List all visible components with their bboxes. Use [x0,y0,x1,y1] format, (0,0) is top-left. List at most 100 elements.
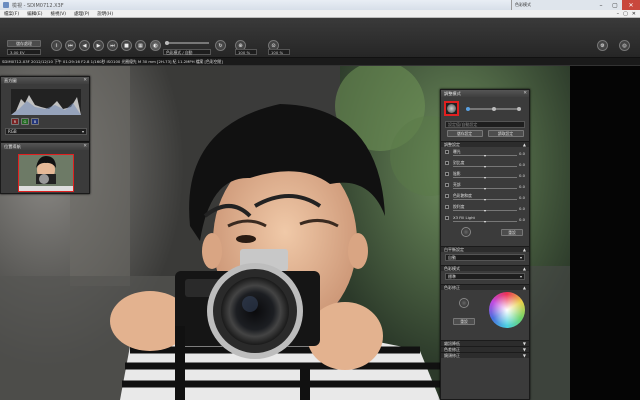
save-process-button[interactable]: 儲存處理 [7,40,41,47]
slider-checkbox[interactable] [445,161,449,165]
channel-r-toggle[interactable]: R [11,118,19,125]
grid-icon[interactable]: ▦ [135,40,146,51]
slider-thumb[interactable]: ▾ [484,219,486,224]
adjust-panel: 調整模式 ✕ 設定值/自動設定 儲存設定 讀取設定 調整設定 ▲ 曝光 ▾ 0.… [440,89,530,400]
settings-icon[interactable]: ⚙ [597,40,608,51]
preferences-icon[interactable]: ◎ [619,40,630,51]
mode-slider-knob-start[interactable] [466,107,470,111]
navigator-thumbnail[interactable] [18,154,74,192]
white-balance-select[interactable]: 自動 ▾ [445,254,525,261]
next-image-icon[interactable]: ▶ [93,40,104,51]
toolbar-slider[interactable] [165,41,209,45]
maximize-button[interactable]: ▢ [608,0,622,10]
auto-mode-button[interactable] [444,101,459,116]
histogram-panel-header[interactable]: 直方圖 ✕ [1,77,89,84]
adjust-close-icon[interactable]: ✕ [523,90,527,97]
menu-edit[interactable]: 編輯(E) [23,11,46,17]
load-preset-button[interactable]: 讀取設定 [487,130,524,137]
navigator-panel: 位置導航 ✕ [0,142,90,194]
slider-thumb[interactable]: ▾ [484,197,486,202]
slider-checkbox[interactable] [445,183,449,187]
slider-value[interactable]: 0.0 [519,162,525,167]
slider-value[interactable]: 0.0 [519,217,525,222]
color-wheel[interactable] [489,292,525,328]
color-dial-icon[interactable] [459,298,469,308]
color-mode-dropdown[interactable]: 標準 ▾ [445,273,525,280]
toolbar: 儲存處理 3.00 EV i ⏮ ◀ ▶ ⏭ ■ ▦ ◐ 色彩模式 / 自動 ↻… [0,18,640,58]
adjust-panel-title: 調整模式 [444,91,461,96]
expand-icon: ▼ [522,353,526,358]
toolbar-slider-knob[interactable] [165,41,169,45]
slider-list: 曝光 ▾ 0.0 對比度 ▾ 0.0 陰影 ▾ 0.0 亮部 ▾ 0.0 色彩飽… [441,147,529,226]
fit-value-field[interactable]: 100 % [268,49,290,55]
slider-checkbox[interactable] [445,172,449,176]
slider-value[interactable]: 0.0 [519,206,525,211]
menu-file[interactable]: 檔案(F) [0,11,23,17]
slider-value[interactable]: 0.0 [519,151,525,156]
slider-value[interactable]: 0.0 [519,184,525,189]
slider-checkbox[interactable] [445,216,449,220]
histogram-channel-select[interactable]: RGB ▾ [5,128,87,135]
section-adjust-settings[interactable]: 調整設定 ▲ [441,141,529,147]
mode-area [441,97,529,121]
histogram-close-icon[interactable]: ✕ [83,77,87,84]
white-balance-value: 自動 [448,255,456,260]
color-correction-area: 重設 [441,290,529,332]
section-lens[interactable]: 鏡頭修正 ▼ [441,352,529,358]
preset-select[interactable]: 設定值/自動設定 [445,121,525,128]
mode-slider-knob-mid[interactable] [492,107,496,111]
exposure-value-field[interactable]: 3.00 EV [7,49,41,55]
slider-checkbox[interactable] [445,205,449,209]
rotate-icon[interactable]: ↻ [215,40,226,51]
previous-image-icon[interactable]: ◀ [79,40,90,51]
adjust-panel-header[interactable]: 調整模式 ✕ [441,90,529,97]
save-preset-button[interactable]: 儲存設定 [446,130,483,137]
channel-b-toggle[interactable]: B [31,118,39,125]
dial-icon[interactable] [461,227,471,237]
slider-checkbox[interactable] [445,150,449,154]
slider-thumb[interactable]: ▾ [484,186,486,191]
slider-thumb[interactable]: ▾ [484,153,486,158]
first-image-icon[interactable]: ⏮ [65,40,76,51]
close-button[interactable]: ✕ [622,0,640,10]
section-lens-title: 鏡頭修正 [444,353,460,358]
color-mode-select[interactable]: 色彩模式 / 自動 [163,49,211,55]
slider-row-highlight: 亮部 ▾ 0.0 [444,182,526,193]
section-color-mode[interactable]: 色彩模式 ▲ [441,265,529,271]
menu-help[interactable]: 說明(H) [93,11,117,17]
section-white-balance[interactable]: 白平衡設定 ▲ [441,246,529,252]
slider-checkbox[interactable] [445,194,449,198]
menu-process[interactable]: 處理(P) [70,11,93,17]
channel-g-toggle[interactable]: G [21,118,29,125]
navigator-panel-header[interactable]: 位置導航 ✕ [1,143,89,150]
app-window: 檢視 - SDIM0712.X3F 色彩模式 – ▢ ✕ 檔案(F) 編輯(E)… [0,0,640,400]
doc-restore-button[interactable]: ▢ [621,11,630,17]
color-wheel-center [491,294,523,326]
right-empty-pane [570,66,640,400]
mode-slider[interactable] [466,107,521,111]
slider-thumb[interactable]: ▾ [484,208,486,213]
section-color-mode-title: 色彩模式 [444,266,460,271]
stop-icon[interactable]: ■ [121,40,132,51]
histogram-graph [11,89,81,115]
window-controls: – ▢ ✕ [594,0,640,10]
last-image-icon[interactable]: ⏭ [107,40,118,51]
auto-adjust-icon[interactable]: ◐ [150,40,161,51]
navigator-close-icon[interactable]: ✕ [83,143,87,150]
reset-settings-button[interactable]: 重設 [501,229,523,236]
histogram-panel: 直方圖 ✕ R G B RGB ▾ [0,76,90,142]
navigator-panel-title: 位置導航 [4,144,21,149]
slider-value[interactable]: 0.0 [519,195,525,200]
minimize-button[interactable]: – [594,0,608,10]
section-white-balance-title: 白平衡設定 [444,247,464,252]
menu-view[interactable]: 檢視(V) [46,11,70,17]
section-adjust-settings-title: 調整設定 [444,142,460,147]
mode-slider-knob-end[interactable] [517,107,521,111]
zoom-value-field[interactable]: 100 % [235,49,257,55]
doc-close-button[interactable]: ✕ [630,11,638,17]
color-reset-button[interactable]: 重設 [453,318,475,325]
slider-thumb[interactable]: ▾ [484,175,486,180]
info-icon[interactable]: i [51,40,62,51]
slider-thumb[interactable]: ▾ [484,164,486,169]
slider-value[interactable]: 0.0 [519,173,525,178]
